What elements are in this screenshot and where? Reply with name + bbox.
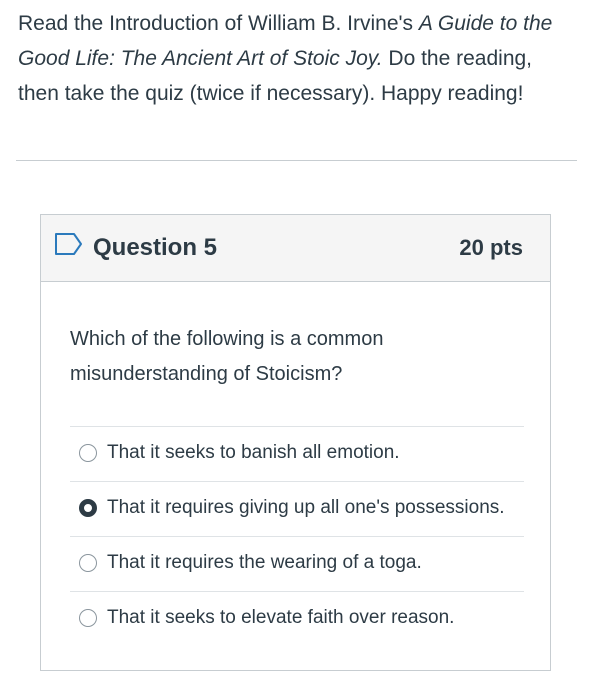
answer-label[interactable]: That it requires the wearing of a toga. xyxy=(107,550,422,576)
question-card: Question 5 20 pts Which of the following… xyxy=(40,214,551,671)
instructions-text-before: Read the Introduction of William B. Irvi… xyxy=(18,12,419,35)
answer-label[interactable]: That it seeks to banish all emotion. xyxy=(107,440,400,466)
radio-button-selected[interactable] xyxy=(79,499,97,517)
quiz-instructions: Read the Introduction of William B. Irvi… xyxy=(18,6,578,111)
answer-label[interactable]: That it seeks to elevate faith over reas… xyxy=(107,605,454,631)
answer-option[interactable]: That it requires giving up all one's pos… xyxy=(70,481,524,536)
answer-label[interactable]: That it requires giving up all one's pos… xyxy=(107,495,505,521)
answer-option[interactable]: That it requires the wearing of a toga. xyxy=(70,536,524,591)
radio-button[interactable] xyxy=(79,609,97,627)
section-divider xyxy=(16,160,577,161)
answer-list: That it seeks to banish all emotion. Tha… xyxy=(70,426,524,646)
question-title: Question 5 xyxy=(93,234,218,261)
question-header: Question 5 20 pts xyxy=(41,215,550,282)
radio-button[interactable] xyxy=(79,444,97,462)
answer-option[interactable]: That it seeks to banish all emotion. xyxy=(70,426,524,481)
question-text: Which of the following is a common misun… xyxy=(70,328,384,385)
bookmark-flag-icon[interactable] xyxy=(54,232,84,256)
answer-option[interactable]: That it seeks to elevate faith over reas… xyxy=(70,591,524,646)
radio-button[interactable] xyxy=(79,554,97,572)
question-points: 20 pts xyxy=(459,235,523,260)
